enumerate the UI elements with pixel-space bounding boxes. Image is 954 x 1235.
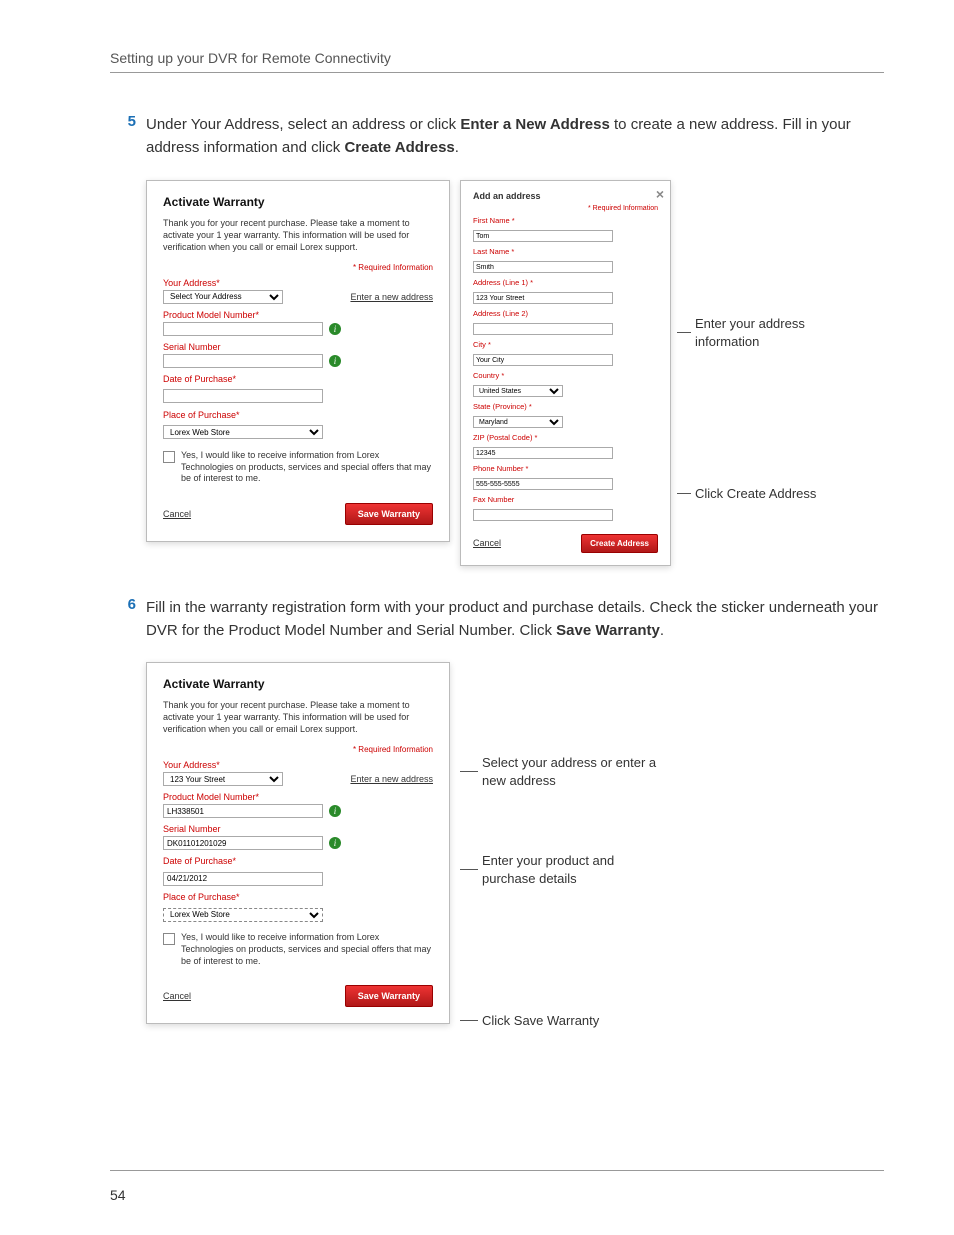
activate-warranty-panel-filled: Activate Warranty Thank you for your rec… xyxy=(146,662,450,1024)
step-text: Fill in the warranty registration form w… xyxy=(146,596,884,643)
label-model: Product Model Number* xyxy=(163,792,433,802)
label-first: First Name * xyxy=(473,216,658,225)
info-icon[interactable]: i xyxy=(329,323,341,335)
t: Fill in the warranty registration form w… xyxy=(146,599,878,639)
t: . xyxy=(455,139,459,156)
serial-input[interactable] xyxy=(163,836,323,850)
label-date: Date of Purchase* xyxy=(163,374,433,384)
label-line2: Address (Line 2) xyxy=(473,309,658,318)
t: . xyxy=(660,622,664,639)
panel-title: Add an address xyxy=(473,191,658,201)
label-place: Place of Purchase* xyxy=(163,410,433,420)
date-input[interactable] xyxy=(163,389,323,403)
label-serial: Serial Number xyxy=(163,342,433,352)
address-select[interactable]: 123 Your Street xyxy=(163,772,283,786)
label-place: Place of Purchase* xyxy=(163,892,433,902)
label-model: Product Model Number* xyxy=(163,310,433,320)
figure-step6: Activate Warranty Thank you for your rec… xyxy=(146,662,884,1032)
info-icon[interactable]: i xyxy=(329,355,341,367)
required-note: * Required Information xyxy=(163,745,433,754)
label-serial: Serial Number xyxy=(163,824,433,834)
label-date: Date of Purchase* xyxy=(163,856,433,866)
info-icon[interactable]: i xyxy=(329,805,341,817)
section-header: Setting up your DVR for Remote Connectiv… xyxy=(110,50,884,66)
optin-checkbox[interactable] xyxy=(163,451,175,463)
enter-new-address-link[interactable]: Enter a new address xyxy=(350,774,433,784)
step-5: 5 Under Your Address, select an address … xyxy=(110,113,884,160)
label-city: City * xyxy=(473,340,658,349)
label-address: Your Address* xyxy=(163,278,433,288)
fax-input[interactable] xyxy=(473,509,613,521)
leader-line xyxy=(460,771,478,773)
t: Enter a New Address xyxy=(460,116,610,133)
close-icon[interactable]: × xyxy=(656,187,664,201)
label-line1: Address (Line 1) * xyxy=(473,278,658,287)
last-name-input[interactable] xyxy=(473,261,613,273)
cancel-link[interactable]: Cancel xyxy=(163,509,191,519)
step-6: 6 Fill in the warranty registration form… xyxy=(110,596,884,643)
t: Create Address xyxy=(344,139,454,156)
annotation-click-save: Click Save Warranty xyxy=(482,1012,662,1030)
page-number: 54 xyxy=(110,1187,126,1203)
optin-text: Yes, I would like to receive information… xyxy=(181,450,433,485)
enter-new-address-link[interactable]: Enter a new address xyxy=(350,292,433,302)
add-address-panel: × Add an address * Required Information … xyxy=(460,180,671,566)
zip-input[interactable] xyxy=(473,447,613,459)
country-select[interactable]: United States xyxy=(473,385,563,397)
panel-intro: Thank you for your recent purchase. Plea… xyxy=(163,699,433,735)
optin-row: Yes, I would like to receive information… xyxy=(163,932,433,967)
header-rule xyxy=(110,72,884,73)
label-phone: Phone Number * xyxy=(473,464,658,473)
annotation-enter-product: Enter your product and purchase details xyxy=(482,852,662,888)
required-note: * Required Information xyxy=(473,205,658,212)
activate-warranty-panel: Activate Warranty Thank you for your rec… xyxy=(146,180,450,542)
panel-title: Activate Warranty xyxy=(163,677,433,691)
date-input[interactable] xyxy=(163,872,323,886)
panel-intro: Thank you for your recent purchase. Plea… xyxy=(163,217,433,253)
label-address: Your Address* xyxy=(163,760,433,770)
t: Under Your Address, select an address or… xyxy=(146,116,460,133)
annotation-click-create: Click Create Address xyxy=(695,485,855,503)
cancel-link[interactable]: Cancel xyxy=(163,991,191,1001)
place-select[interactable]: Lorex Web Store xyxy=(163,908,323,922)
leader-line xyxy=(460,869,478,871)
address1-input[interactable] xyxy=(473,292,613,304)
required-note: * Required Information xyxy=(163,263,433,272)
panel-title: Activate Warranty xyxy=(163,195,433,209)
annotation-select-address: Select your address or enter a new addre… xyxy=(482,754,662,790)
label-last: Last Name * xyxy=(473,247,658,256)
label-zip: ZIP (Postal Code) * xyxy=(473,433,658,442)
address2-input[interactable] xyxy=(473,323,613,335)
annotation-enter-info: Enter your address information xyxy=(695,315,845,351)
label-country: Country * xyxy=(473,371,658,380)
save-warranty-button[interactable]: Save Warranty xyxy=(345,985,433,1007)
optin-checkbox[interactable] xyxy=(163,933,175,945)
save-warranty-button[interactable]: Save Warranty xyxy=(345,503,433,525)
step-text: Under Your Address, select an address or… xyxy=(146,113,884,160)
cancel-link[interactable]: Cancel xyxy=(473,538,501,548)
leader-line xyxy=(460,1020,478,1022)
label-fax: Fax Number xyxy=(473,495,658,504)
first-name-input[interactable] xyxy=(473,230,613,242)
create-address-button[interactable]: Create Address xyxy=(581,534,658,553)
optin-text: Yes, I would like to receive information… xyxy=(181,932,433,967)
state-select[interactable]: Maryland xyxy=(473,416,563,428)
city-input[interactable] xyxy=(473,354,613,366)
footer-rule xyxy=(110,1170,884,1171)
leader-line xyxy=(677,493,691,495)
model-input[interactable] xyxy=(163,804,323,818)
t: Save Warranty xyxy=(556,622,660,639)
step-number: 6 xyxy=(110,596,146,643)
info-icon[interactable]: i xyxy=(329,837,341,849)
address-select[interactable]: Select Your Address xyxy=(163,290,283,304)
step-number: 5 xyxy=(110,113,146,160)
label-state: State (Province) * xyxy=(473,402,658,411)
leader-line xyxy=(677,332,691,334)
figure-step5: Activate Warranty Thank you for your rec… xyxy=(146,180,884,566)
serial-input[interactable] xyxy=(163,354,323,368)
model-input[interactable] xyxy=(163,322,323,336)
place-select[interactable]: Lorex Web Store xyxy=(163,425,323,439)
optin-row: Yes, I would like to receive information… xyxy=(163,450,433,485)
phone-input[interactable] xyxy=(473,478,613,490)
